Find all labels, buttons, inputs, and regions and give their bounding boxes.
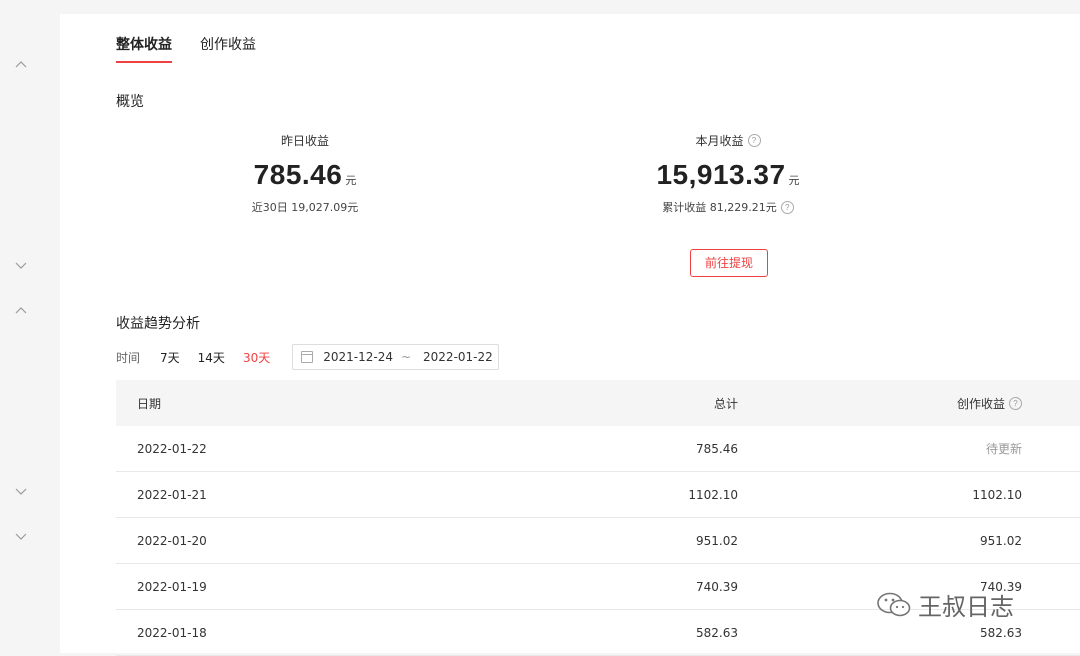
row-creation-earnings: 951.02 bbox=[980, 533, 1022, 548]
row-total: 582.63 bbox=[696, 625, 738, 640]
chevron-down-icon[interactable] bbox=[14, 529, 28, 543]
row-creation-earnings: 待更新 bbox=[985, 442, 1022, 456]
time-filter: 时间 7天 14天 30天 2021-12-24 ~ 2022-01-22 bbox=[116, 344, 500, 370]
watermark: 王叔日志 bbox=[876, 587, 1014, 622]
chevron-up-icon[interactable] bbox=[14, 304, 28, 318]
row-date: 2022-01-18 bbox=[137, 625, 207, 640]
chevron-down-icon[interactable] bbox=[14, 484, 28, 498]
overview-title: 概览 bbox=[116, 94, 144, 110]
table-row: 2022-01-20 951.02 951.02 bbox=[116, 518, 1080, 564]
row-creation-earnings: 1102.10 bbox=[972, 487, 1022, 502]
earnings-panel: 整体收益 创作收益 概览 昨日收益 785.46 元 近30日 19,027.0… bbox=[60, 14, 1080, 656]
yesterday-stat: 昨日收益 785.46 元 近30日 19,027.09元 bbox=[220, 132, 390, 215]
yesterday-value: 785.46 bbox=[253, 159, 343, 190]
yesterday-label: 昨日收益 bbox=[280, 134, 329, 148]
help-icon[interactable]: ? bbox=[747, 134, 761, 147]
date-separator: ~ bbox=[400, 350, 412, 364]
time-label: 时间 bbox=[116, 350, 141, 365]
tab-creation-earnings[interactable]: 创作收益 bbox=[200, 34, 256, 62]
table-row: 2022-01-21 1102.10 1102.10 bbox=[116, 472, 1080, 518]
header-date: 日期 bbox=[137, 396, 162, 411]
cumulative-earnings: 累计收益 81,229.21元 bbox=[662, 201, 777, 214]
month-stat: 本月收益 ? 15,913.37 元 累计收益 81,229.21元 ? bbox=[630, 132, 826, 215]
month-unit: 元 bbox=[788, 174, 800, 187]
date-end: 2022-01-22 bbox=[423, 350, 493, 364]
row-total: 740.39 bbox=[696, 579, 738, 594]
trend-title: 收益趋势分析 bbox=[116, 316, 200, 332]
range-7-days[interactable]: 7天 bbox=[160, 349, 180, 366]
row-total: 951.02 bbox=[696, 533, 738, 548]
header-creation-earnings: 创作收益 bbox=[956, 396, 1005, 411]
header-total: 总计 bbox=[713, 396, 738, 411]
row-date: 2022-01-21 bbox=[137, 487, 207, 502]
last-30-days-earnings: 近30日 19,027.09元 bbox=[251, 201, 359, 214]
row-date: 2022-01-19 bbox=[137, 579, 207, 594]
chevron-up-icon[interactable] bbox=[14, 58, 28, 72]
date-range-picker[interactable]: 2021-12-24 ~ 2022-01-22 bbox=[292, 344, 500, 370]
sidebar bbox=[0, 0, 60, 653]
row-creation-earnings: 582.63 bbox=[980, 625, 1022, 640]
month-label: 本月收益 bbox=[695, 134, 744, 148]
range-30-days[interactable]: 30天 bbox=[243, 349, 270, 366]
withdraw-button[interactable]: 前往提现 bbox=[690, 249, 768, 277]
month-value: 15,913.37 bbox=[656, 159, 786, 190]
yesterday-unit: 元 bbox=[345, 174, 357, 187]
range-14-days[interactable]: 14天 bbox=[198, 349, 225, 366]
help-icon[interactable]: ? bbox=[780, 200, 794, 214]
chevron-down-icon[interactable] bbox=[14, 258, 28, 272]
calendar-icon bbox=[301, 351, 314, 363]
row-date: 2022-01-20 bbox=[137, 533, 207, 548]
row-total: 1102.10 bbox=[688, 487, 738, 502]
tab-bar: 整体收益 创作收益 bbox=[116, 34, 256, 63]
table-row: 2022-01-22 785.46 待更新 bbox=[116, 426, 1080, 472]
table-header: 日期 总计 创作收益 ? bbox=[116, 380, 1080, 426]
date-start: 2021-12-24 bbox=[323, 350, 393, 364]
tab-overall-earnings[interactable]: 整体收益 bbox=[116, 34, 172, 63]
row-total: 785.46 bbox=[696, 441, 738, 456]
help-icon[interactable]: ? bbox=[1009, 396, 1022, 410]
watermark-text: 王叔日志 bbox=[918, 593, 1014, 621]
wechat-logo bbox=[877, 592, 911, 616]
row-date: 2022-01-22 bbox=[137, 441, 207, 456]
